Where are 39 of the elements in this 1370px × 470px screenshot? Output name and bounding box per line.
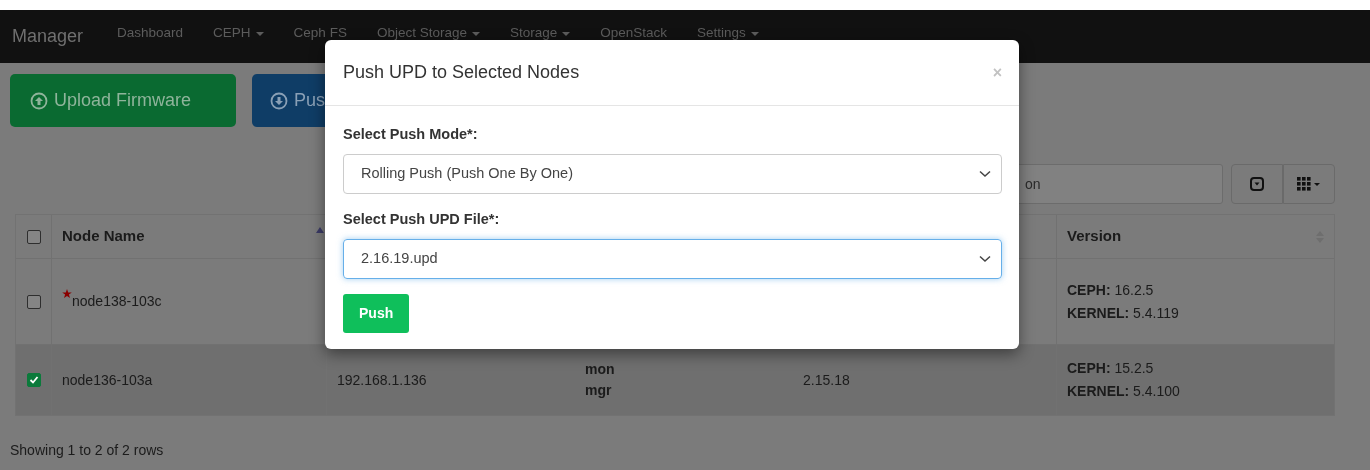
field-label: Select Push UPD File*: bbox=[343, 209, 501, 229]
columns-button[interactable] bbox=[1283, 164, 1335, 204]
nav-link[interactable]: Dashboard bbox=[117, 23, 184, 50]
upload-button[interactable]: Upload Firmware bbox=[10, 74, 236, 127]
select-field[interactable]: 2.16.19.upd bbox=[343, 238, 1002, 279]
checkbox[interactable] bbox=[26, 229, 41, 244]
role-label: mgr bbox=[585, 381, 613, 400]
close-button[interactable]: × bbox=[992, 60, 1002, 85]
firmware-version: 2.15.18 bbox=[803, 370, 851, 390]
modal-title: Push UPD to Selected Nodes bbox=[343, 61, 580, 84]
brand-logo[interactable]: Manager bbox=[12, 23, 84, 50]
nav-link[interactable]: Storage bbox=[509, 23, 571, 50]
toggle-icon bbox=[1250, 177, 1264, 191]
column-header[interactable]: Node Name bbox=[62, 225, 145, 248]
version-info: KERNEL: 5.4.119 bbox=[1067, 303, 1180, 323]
node-name: node138-103c bbox=[72, 292, 162, 311]
table-summary: Showing 1 to 2 of 2 rows bbox=[9, 441, 165, 460]
nav-link[interactable]: Object Storage bbox=[376, 23, 480, 50]
version-info: KERNEL: 5.4.100 bbox=[1067, 382, 1181, 401]
download-icon bbox=[270, 91, 288, 110]
nav-link[interactable]: Ceph FS bbox=[293, 23, 347, 50]
push-button[interactable]: Push bbox=[343, 293, 410, 333]
nav-link[interactable]: CEPH bbox=[213, 23, 264, 50]
field-label: Select Push Mode*: bbox=[343, 125, 479, 144]
nav-link[interactable]: Settings bbox=[697, 23, 759, 50]
chevron-icon bbox=[979, 254, 991, 263]
version-info: CEPH: 16.2.5 bbox=[1067, 280, 1155, 300]
checkbox[interactable] bbox=[26, 294, 41, 309]
column-header[interactable]: Version bbox=[1067, 225, 1122, 248]
upload-icon bbox=[30, 91, 48, 110]
version-info: CEPH: 15.2.5 bbox=[1067, 359, 1155, 378]
ip-address: 192.168.1.136 bbox=[337, 370, 428, 390]
toggle-button[interactable] bbox=[1231, 164, 1283, 204]
node-name: node136-103a bbox=[62, 370, 153, 390]
select-field[interactable]: Rolling Push (Push One By One) bbox=[343, 153, 1002, 194]
role-label: mon bbox=[585, 360, 616, 379]
grid-icon bbox=[1297, 177, 1321, 191]
chevron-icon bbox=[979, 169, 991, 178]
checkbox[interactable] bbox=[26, 373, 41, 387]
